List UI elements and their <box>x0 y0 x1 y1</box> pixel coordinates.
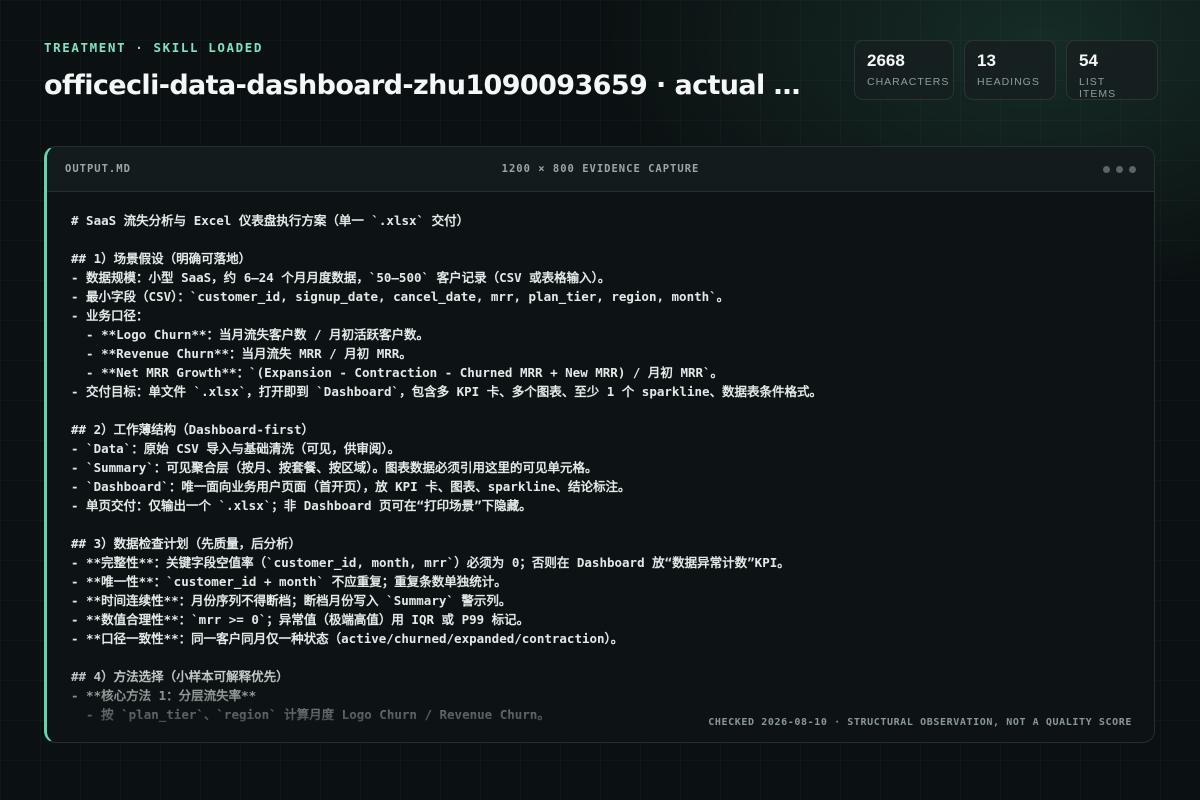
stat-value: 2668 <box>867 51 905 70</box>
capture-label: 1200 × 800 EVIDENCE CAPTURE <box>501 163 700 175</box>
stat-headings: 13 HEADINGS <box>964 40 1056 100</box>
stat-label: HEADINGS <box>977 76 1040 88</box>
dot-icon <box>1116 166 1123 173</box>
eyebrow-label: TREATMENT · SKILL LOADED <box>44 40 264 55</box>
markdown-content[interactable]: # SaaS 流失分析与 Excel 仪表盘执行方案（单一 `.xlsx` 交付… <box>71 211 1134 742</box>
dot-icon <box>1129 166 1136 173</box>
stat-label: CHARACTERS <box>867 76 950 88</box>
window-menu-dots-icon[interactable] <box>1103 166 1136 173</box>
footer-note: CHECKED 2026-08-10 · STRUCTURAL OBSERVAT… <box>708 717 1132 728</box>
markdown-text: # SaaS 流失分析与 Excel 仪表盘执行方案（单一 `.xlsx` 交付… <box>71 213 823 722</box>
panel-header: OUTPUT.MD 1200 × 800 EVIDENCE CAPTURE <box>47 147 1154 192</box>
stat-list-items: 54 LIST ITEMS <box>1066 40 1158 100</box>
evidence-panel: OUTPUT.MD 1200 × 800 EVIDENCE CAPTURE # … <box>44 146 1155 743</box>
stats-group: 2668 CHARACTERS 13 HEADINGS 54 LIST ITEM… <box>854 40 1158 100</box>
stat-value: 54 <box>1079 51 1098 70</box>
stat-characters: 2668 CHARACTERS <box>854 40 954 100</box>
dot-icon <box>1103 166 1110 173</box>
stat-label: LIST ITEMS <box>1079 76 1117 100</box>
stat-value: 13 <box>977 51 996 70</box>
page-title: officecli-data-dashboard-zhu1090093659 ·… <box>44 70 814 101</box>
